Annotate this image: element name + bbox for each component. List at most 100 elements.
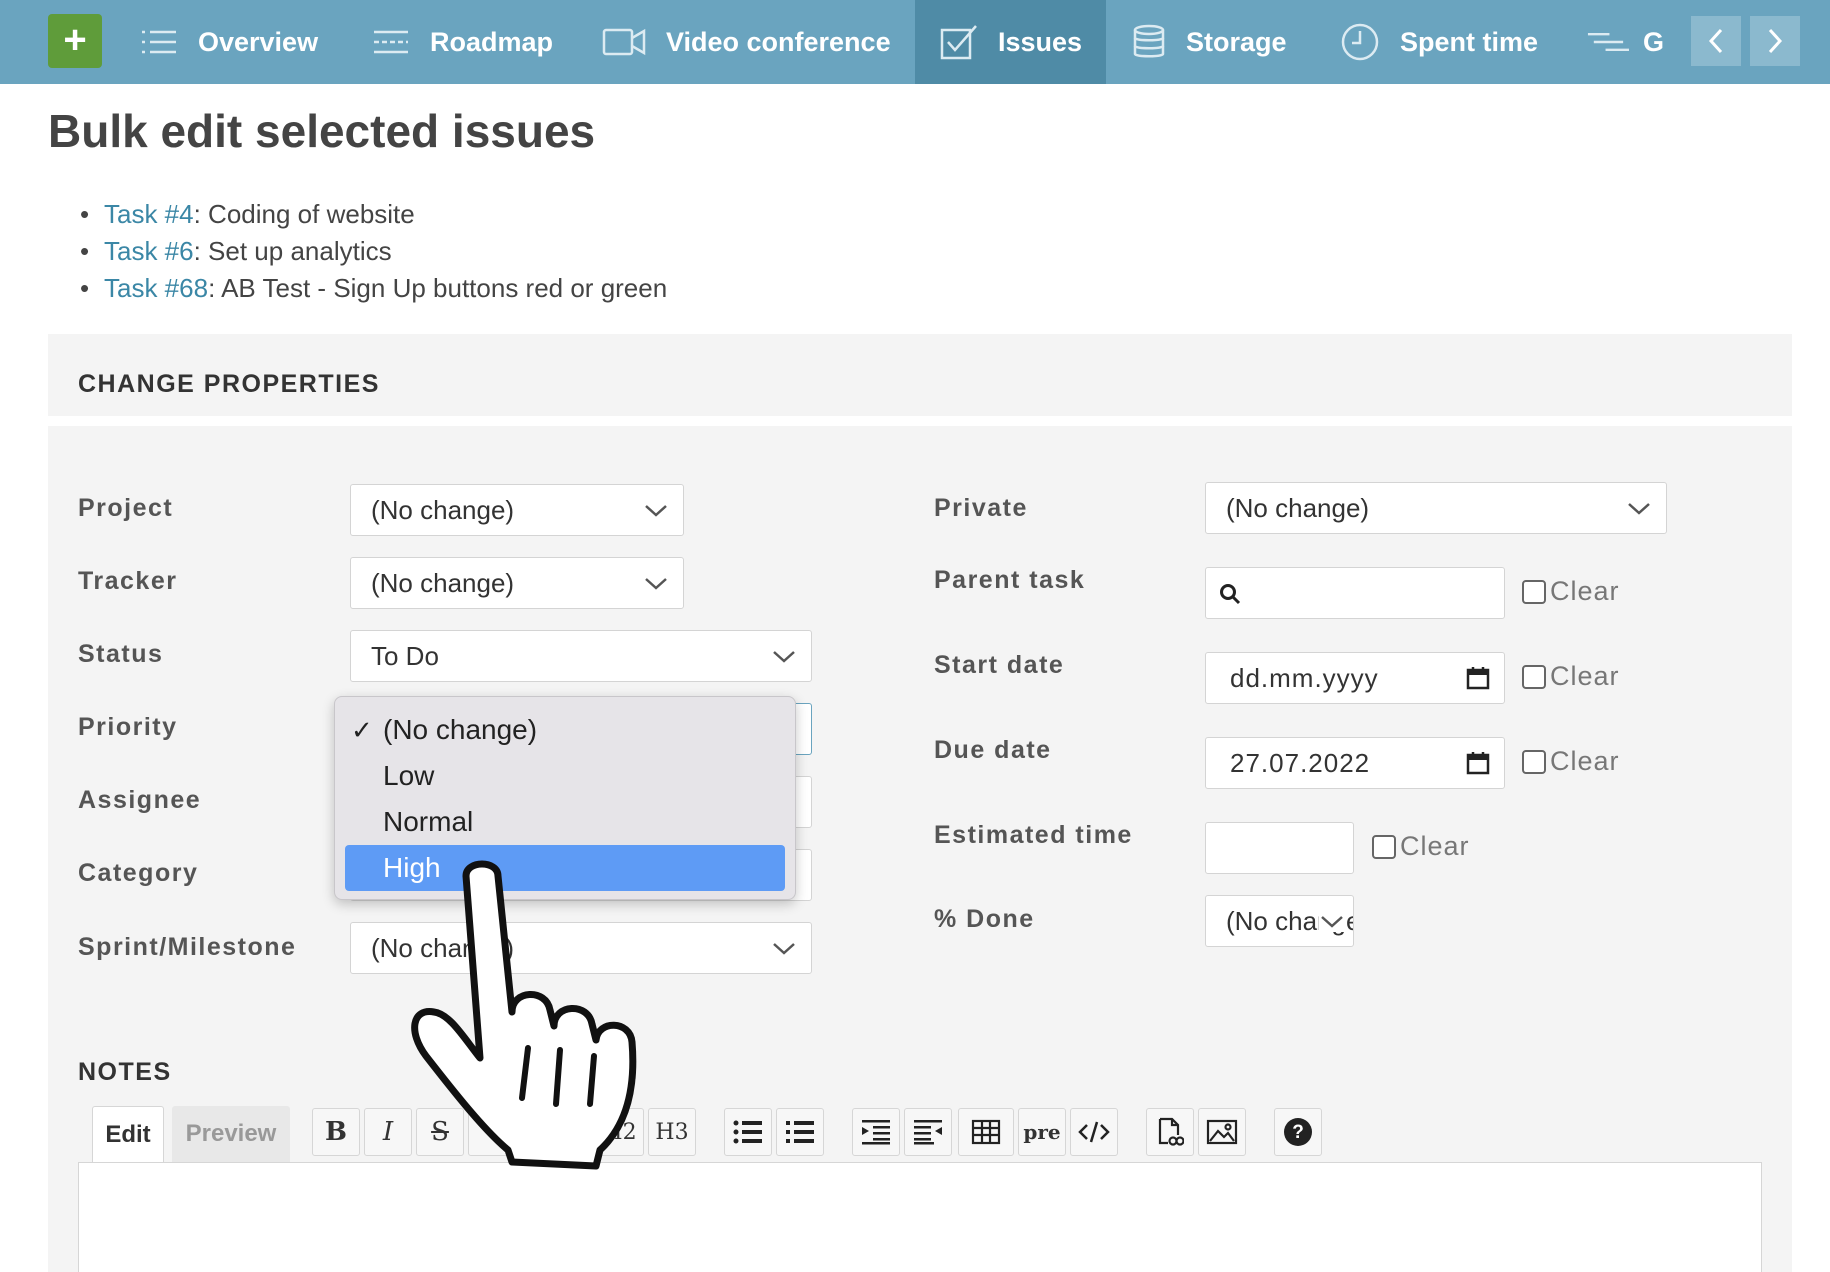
parent-task-clear-checkbox[interactable]: Clear	[1522, 576, 1620, 607]
project-select[interactable]: (No change)	[350, 484, 684, 536]
svg-text:?: ?	[1292, 1122, 1304, 1143]
option-label: Normal	[383, 806, 474, 837]
calendar-icon[interactable]	[1466, 751, 1490, 775]
tab-issues[interactable]: Issues	[915, 0, 1106, 84]
priority-label: Priority	[78, 713, 178, 741]
clear-label: Clear	[1550, 576, 1620, 606]
preformatted-button[interactable]: pre	[1018, 1108, 1066, 1156]
priority-option-normal[interactable]: Normal	[345, 799, 785, 845]
chevron-down-icon	[773, 651, 795, 663]
select-value: (No change)	[371, 495, 515, 525]
selected-issues-list: Task #4: Coding of website Task #6: Set …	[80, 196, 668, 307]
chevron-down-icon	[645, 505, 667, 517]
category-label: Category	[78, 859, 199, 887]
top-navigation: + Overview Roadmap Video conference Issu…	[0, 0, 1830, 84]
pointer-hand-icon	[411, 860, 637, 1170]
start-date-label: Start date	[934, 651, 1065, 679]
select-value: To Do	[371, 641, 439, 671]
tab-roadmap[interactable]: Roadmap	[372, 0, 553, 84]
issue-subject: : Coding of website	[193, 199, 415, 229]
indent-left-icon	[914, 1120, 942, 1145]
list-item: Task #4: Coding of website	[80, 196, 667, 233]
help-icon: ?	[1284, 1118, 1312, 1146]
tab-gantt[interactable]: G	[1586, 0, 1664, 84]
tab-label: Overview	[198, 26, 319, 57]
percent-done-select[interactable]: (No change)	[1205, 895, 1354, 947]
change-properties-header: CHANGE PROPERTIES	[48, 334, 1792, 416]
status-label: Status	[78, 640, 164, 668]
tracker-select[interactable]: (No change)	[350, 557, 684, 609]
checkmark-icon: ✓	[351, 715, 373, 745]
parent-task-input[interactable]	[1205, 567, 1505, 619]
document-link-icon	[1158, 1117, 1184, 1146]
input-value: dd.mm.yyyy	[1230, 663, 1379, 693]
numbered-list-button[interactable]	[776, 1108, 824, 1156]
notes-heading: NOTES	[78, 1058, 172, 1086]
checkbox-box[interactable]	[1522, 749, 1546, 774]
bold-button[interactable]: B	[312, 1108, 360, 1156]
tab-video-conference[interactable]: Video conference	[602, 0, 891, 84]
indent-right-icon	[862, 1120, 890, 1145]
clear-label: Clear	[1550, 661, 1620, 691]
indent-right-button[interactable]	[852, 1108, 900, 1156]
scroll-right-button[interactable]	[1750, 16, 1800, 66]
video-icon	[602, 28, 646, 56]
table-icon	[971, 1119, 1001, 1145]
project-label: Project	[78, 494, 174, 522]
indent-left-button[interactable]	[904, 1108, 952, 1156]
due-date-label: Due date	[934, 736, 1052, 764]
issue-link[interactable]: Task #4	[104, 199, 194, 229]
estimated-time-clear-checkbox[interactable]: Clear	[1372, 831, 1470, 862]
table-button[interactable]	[958, 1108, 1014, 1156]
checkbox-box[interactable]	[1372, 834, 1396, 859]
code-block-button[interactable]	[1070, 1108, 1118, 1156]
due-date-input[interactable]: 27.07.2022	[1205, 737, 1505, 789]
tab-label: Storage	[1186, 26, 1287, 57]
checkbox-box[interactable]	[1522, 579, 1546, 604]
sprint-milestone-label: Sprint/Milestone	[78, 933, 297, 961]
issue-link[interactable]: Task #6	[104, 236, 194, 266]
tab-preview[interactable]: Preview	[172, 1106, 290, 1162]
chevron-down-icon	[1628, 503, 1650, 515]
calendar-icon[interactable]	[1466, 666, 1490, 690]
roadmap-icon	[374, 30, 408, 54]
select-value: (No change)	[371, 568, 515, 598]
image-button[interactable]	[1198, 1108, 1246, 1156]
estimated-time-input[interactable]	[1205, 822, 1354, 874]
checkbox-icon	[940, 25, 977, 60]
due-date-clear-checkbox[interactable]: Clear	[1522, 746, 1620, 777]
tab-label: Spent time	[1400, 26, 1539, 57]
chevron-down-icon	[1319, 910, 1345, 932]
chevron-down-icon	[645, 578, 667, 590]
priority-option-no-change[interactable]: ✓ (No change)	[345, 707, 785, 753]
list-item: Task #68: AB Test - Sign Up buttons red …	[80, 270, 668, 307]
help-button[interactable]: ?	[1274, 1108, 1322, 1156]
checkbox-box[interactable]	[1522, 664, 1546, 689]
database-icon	[1133, 24, 1165, 58]
scroll-left-button[interactable]	[1691, 16, 1741, 66]
private-label: Private	[934, 494, 1028, 522]
link-attachment-button[interactable]	[1146, 1108, 1194, 1156]
start-date-clear-checkbox[interactable]: Clear	[1522, 661, 1620, 692]
code-icon	[1078, 1121, 1110, 1143]
select-value: (No change)	[1226, 493, 1370, 523]
option-label: (No change)	[383, 714, 538, 745]
private-select[interactable]: (No change)	[1205, 482, 1667, 534]
tab-storage[interactable]: Storage	[1132, 0, 1287, 84]
new-item-button[interactable]: +	[48, 14, 102, 68]
notes-textarea[interactable]	[78, 1162, 1762, 1272]
image-icon	[1206, 1119, 1238, 1145]
status-select[interactable]: To Do	[350, 630, 812, 682]
issue-link[interactable]: Task #68	[104, 273, 208, 303]
tab-edit[interactable]: Edit	[92, 1106, 164, 1162]
list-icon	[142, 30, 176, 54]
tab-label: Issues	[998, 26, 1083, 57]
tab-spent-time[interactable]: Spent time	[1340, 0, 1538, 84]
issue-subject: : AB Test - Sign Up buttons red or green	[208, 273, 668, 303]
gantt-icon	[1587, 32, 1629, 52]
chevron-left-icon	[1708, 28, 1723, 54]
priority-option-low[interactable]: Low	[345, 753, 785, 799]
tab-overview[interactable]: Overview	[140, 0, 318, 84]
bullet-list-button[interactable]	[724, 1108, 772, 1156]
start-date-input[interactable]: dd.mm.yyyy	[1205, 652, 1505, 704]
